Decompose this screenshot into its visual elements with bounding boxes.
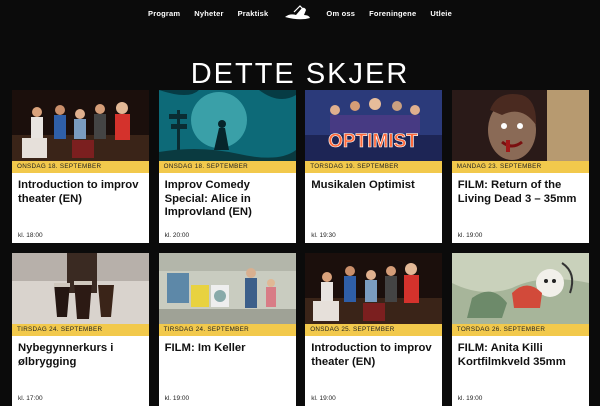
nav-link-om-oss[interactable]: Om oss [326,9,355,18]
top-navigation: Program Nyheter Praktisk Om oss Forening… [0,0,600,26]
basement-laundry-still [158,253,296,324]
event-title[interactable]: FILM: Return of the Living Dead 3 – 35mm [458,179,583,206]
event-date: TORSDAG 26. SEPTEMBER [451,324,589,336]
nav-left: Program Nyheter Praktisk [148,9,268,18]
event-card[interactable]: TORSDAG 26. SEPTEMBER FILM: Anita Killi … [451,253,589,406]
nav-link-praktisk[interactable]: Praktisk [238,9,269,18]
event-time: kl. 19:00 [164,395,190,402]
event-date: ONSDAG 18. SEPTEMBER [12,161,149,173]
nav-link-program[interactable]: Program [148,9,180,18]
event-date: ONSDAG 25. SEPTEMBER [305,324,443,336]
event-grid: ONSDAG 18. SEPTEMBER Introduction to imp… [12,90,589,406]
event-time: kl. 20:00 [164,232,190,239]
event-time: kl. 19:30 [311,232,336,239]
event-date: TORSDAG 19. SEPTEMBER [305,161,443,173]
event-card[interactable]: TIRSDAG 24. SEPTEMBER Nybegynnerkurs i ø… [12,253,149,406]
event-title[interactable]: Introduction to improv theater (EN) [18,179,143,206]
event-title[interactable]: Improv Comedy Special: Alice in Improvla… [165,179,290,220]
event-title[interactable]: Nybegynnerkurs i ølbrygging [18,342,143,369]
animated-film-still [451,253,589,324]
hat-logo-icon[interactable] [280,3,314,23]
event-title[interactable]: Introduction to improv theater (EN) [311,342,436,369]
nav-right: Om oss Foreningene Utleie [326,9,452,18]
event-card[interactable]: ONSDAG 25. SEPTEMBER Introduction to imp… [305,253,443,406]
event-card[interactable]: TIRSDAG 24. SEPTEMBER FILM: Im Keller kl… [158,253,296,406]
event-title[interactable]: FILM: Im Keller [165,342,290,356]
nav-link-foreningene[interactable]: Foreningene [369,9,416,18]
event-title[interactable]: Musikalen Optimist [311,179,436,193]
event-date: MANDAG 23. SEPTEMBER [451,161,589,173]
improv-group-stage-photo [12,90,149,161]
event-time: kl. 19:00 [311,395,336,402]
event-date: TIRSDAG 24. SEPTEMBER [12,324,149,336]
nav-link-nyheter[interactable]: Nyheter [194,9,223,18]
event-time: kl. 19:00 [457,232,483,239]
zombie-film-still [451,90,589,161]
svg-text:OPTIMIST: OPTIMIST [328,131,418,152]
event-date: ONSDAG 18. SEPTEMBER [158,161,296,173]
event-card[interactable]: ONSDAG 18. SEPTEMBER Introduction to imp… [12,90,149,243]
optimist-poster: OPTIMIST [305,90,443,161]
event-time: kl. 19:00 [457,395,483,402]
event-time: kl. 17:00 [18,395,43,402]
event-title[interactable]: FILM: Anita Killi Kortfilmkveld 35mm [458,342,583,369]
event-date: TIRSDAG 24. SEPTEMBER [158,324,296,336]
nav-link-utleie[interactable]: Utleie [430,9,452,18]
event-time: kl. 18:00 [18,232,43,239]
alice-forest-illustration [158,90,296,161]
improv-group-stage-photo [305,253,443,324]
event-card[interactable]: ONSDAG 18. SEPTEMBER Improv Comedy Speci… [158,90,296,243]
page-title: DETTE SKJER [190,58,410,91]
event-card[interactable]: OPTIMIST TORSDAG 19. SEPTEMBER Musikalen… [305,90,443,243]
beer-glasses-photo [12,253,149,324]
event-card[interactable]: MANDAG 23. SEPTEMBER FILM: Return of the… [451,90,589,243]
